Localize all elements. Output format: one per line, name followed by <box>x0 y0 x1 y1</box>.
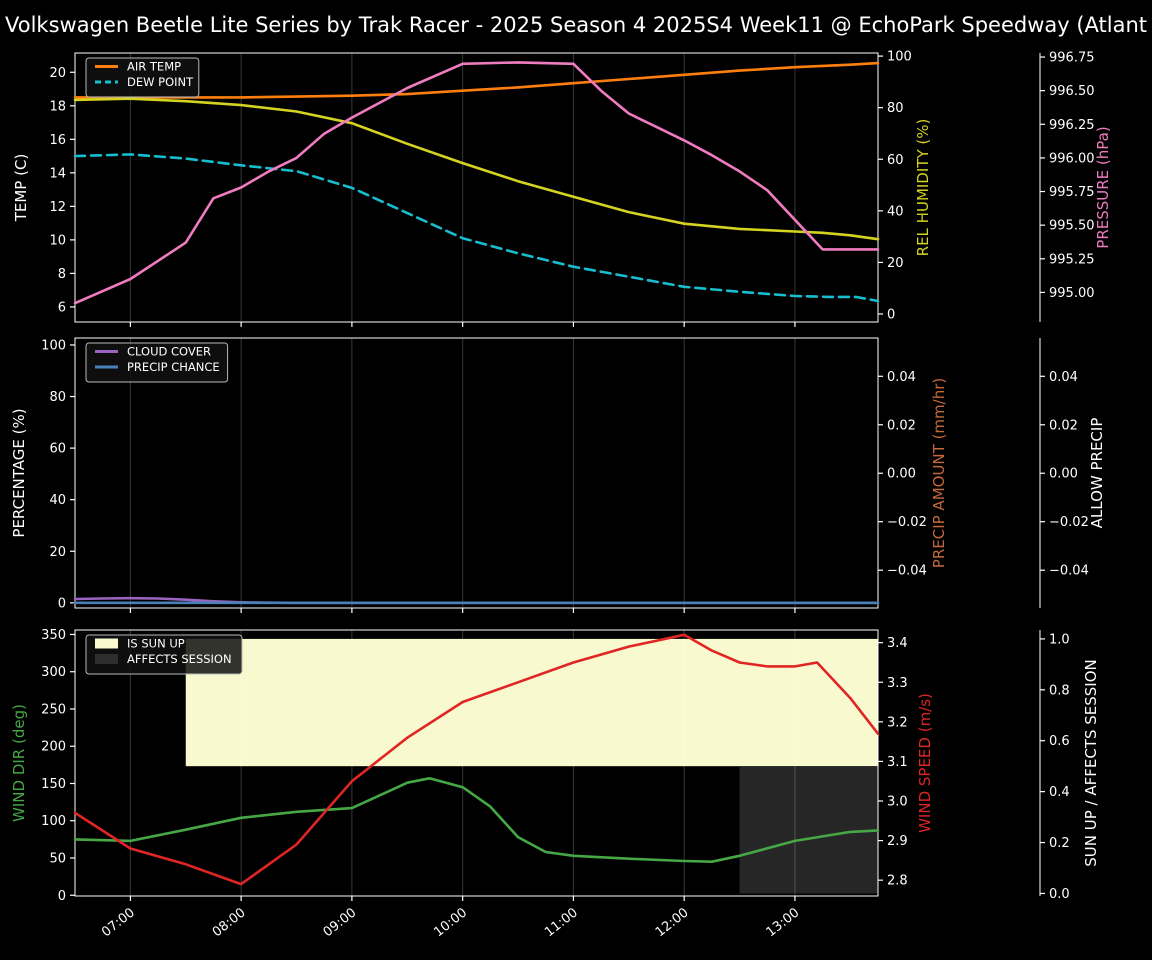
right-tick-label: 20 <box>887 256 904 271</box>
left-tick-label: 150 <box>41 777 66 792</box>
legend-swatch-affects-session <box>95 654 118 664</box>
legend: AIR TEMPDEW POINT <box>85 57 200 98</box>
left-axis-label: PERCENTAGE (%) <box>10 408 28 537</box>
left-tick-label: 60 <box>49 442 66 457</box>
weather-forecast-chart: 6 8 10 12 14 16 18 20 TEMP (C) 0 20 40 60 80 100 REL HU… <box>10 50 1112 941</box>
far-tick-label: 1.0 <box>1049 632 1070 647</box>
left-tick-label: 8 <box>58 267 66 282</box>
x-tick-label: 09:00 <box>321 905 360 940</box>
left-tick-label: 14 <box>49 166 66 181</box>
right-tick-label: 40 <box>887 204 904 219</box>
far-tick-label: 996.00 <box>1049 151 1095 166</box>
legend: IS SUN UPAFFECTS SESSION <box>85 634 243 675</box>
left-tick-label: 50 <box>49 852 66 867</box>
left-tick-label: 250 <box>41 702 66 717</box>
far-tick-label: 996.50 <box>1049 84 1095 99</box>
far-axis-label: SUN UP / AFFECTS SESSION <box>1082 659 1100 867</box>
left-tick-label: 10 <box>49 233 66 248</box>
x-tick-label: 12:00 <box>653 905 692 940</box>
right-tick-label: 3.4 <box>887 636 908 651</box>
legend: CLOUD COVERPRECIP CHANCE <box>85 342 229 383</box>
far-axis-label: PRESSURE (hPa) <box>1094 126 1112 248</box>
rel-humidity-line <box>73 97 880 241</box>
is-sun-up-region <box>185 638 879 767</box>
far-tick-label: −0.02 <box>1049 515 1089 530</box>
right-tick-label: 3.0 <box>887 795 908 810</box>
x-tick-label: 08:00 <box>210 905 249 940</box>
left-tick-label: 18 <box>49 99 66 114</box>
left-tick-label: 100 <box>41 814 66 829</box>
far-tick-label: −0.04 <box>1049 564 1089 579</box>
x-tick-label: 07:00 <box>99 905 138 940</box>
right-tick-label: 2.9 <box>887 834 908 849</box>
left-tick-label: 350 <box>41 628 66 643</box>
left-axis-label: TEMP (C) <box>12 154 30 223</box>
left-tick-label: 12 <box>49 200 66 215</box>
right-tick-label: 80 <box>887 101 904 116</box>
legend-swatch-is-sun-up <box>95 638 118 649</box>
right-tick-label: 0.04 <box>887 370 916 385</box>
right-tick-label: −0.02 <box>887 515 927 530</box>
far-tick-label: 995.00 <box>1049 286 1095 301</box>
right-tick-label: 2.8 <box>887 874 908 889</box>
x-tick-label: 13:00 <box>764 905 803 940</box>
far-tick-label: 995.75 <box>1049 185 1095 200</box>
right-tick-label: 0 <box>887 308 895 323</box>
left-tick-label: 20 <box>49 66 66 81</box>
right-tick-label: 100 <box>887 50 912 65</box>
right-axis-label: PRECIP AMOUNT (mm/hr) <box>930 378 948 568</box>
far-tick-label: 0.2 <box>1049 836 1070 851</box>
right-axis-label: WIND SPEED (m/s) <box>916 693 934 833</box>
left-tick-label: 300 <box>41 665 66 680</box>
legend-label: AIR TEMP <box>127 60 181 74</box>
wind-sun-chart: 0 50 100 150 200 250 300 350 WIND DIR (deg) 2.8 2.… <box>10 628 1100 940</box>
far-tick-label: 995.50 <box>1049 219 1095 234</box>
legend-label: CLOUD COVER <box>127 345 211 359</box>
affects-session-region <box>739 766 878 894</box>
far-tick-label: 996.75 <box>1049 51 1095 66</box>
far-tick-label: 0.02 <box>1049 418 1078 433</box>
right-tick-label: 3.2 <box>887 715 908 730</box>
right-tick-label: 3.3 <box>887 676 908 691</box>
right-tick-label: 3.1 <box>887 755 908 770</box>
right-tick-label: 60 <box>887 153 904 168</box>
far-tick-label: 0.8 <box>1049 683 1070 698</box>
cloud-precip-chart: 0 20 40 60 80 100 PERCENTAGE (%) 0.04 0.02 0.00 −0… <box>10 337 1106 613</box>
far-tick-label: 0.6 <box>1049 734 1070 749</box>
x-tick-label: 11:00 <box>542 905 581 940</box>
legend-label: PRECIP CHANCE <box>127 360 220 374</box>
far-tick-label: 0.4 <box>1049 785 1070 800</box>
legend-label: DEW POINT <box>127 75 194 89</box>
far-tick-label: 0.0 <box>1049 887 1070 902</box>
left-tick-label: 0 <box>58 889 66 904</box>
far-tick-label: 0.00 <box>1049 467 1078 482</box>
left-tick-label: 6 <box>58 300 66 315</box>
left-tick-label: 80 <box>49 390 66 405</box>
temp-humidity-pressure-chart: 6 8 10 12 14 16 18 20 TEMP (C) 0 20 40 60 80 100 REL HU… <box>12 50 1112 327</box>
left-tick-label: 100 <box>41 338 66 353</box>
right-tick-label: 0.00 <box>887 467 916 482</box>
far-tick-label: 996.25 <box>1049 118 1095 133</box>
left-tick-label: 20 <box>49 545 66 560</box>
left-tick-label: 0 <box>58 596 66 611</box>
legend-label: AFFECTS SESSION <box>127 652 232 666</box>
far-tick-label: 995.25 <box>1049 252 1095 267</box>
far-axis-label: ALLOW PRECIP <box>1088 418 1106 529</box>
left-axis-label: WIND DIR (deg) <box>10 704 28 822</box>
weather-forecast-page: Volkswagen Beetle Lite Series by Trak Ra… <box>0 0 1152 960</box>
right-axis-label: REL HUMIDITY (%) <box>914 119 932 257</box>
left-tick-label: 40 <box>49 493 66 508</box>
right-tick-label: −0.04 <box>887 564 927 579</box>
legend-label: IS SUN UP <box>127 637 185 651</box>
far-tick-label: 0.04 <box>1049 370 1078 385</box>
right-tick-label: 0.02 <box>887 418 916 433</box>
left-tick-label: 16 <box>49 133 66 148</box>
x-tick-label: 10:00 <box>431 905 470 940</box>
left-tick-label: 200 <box>41 740 66 755</box>
